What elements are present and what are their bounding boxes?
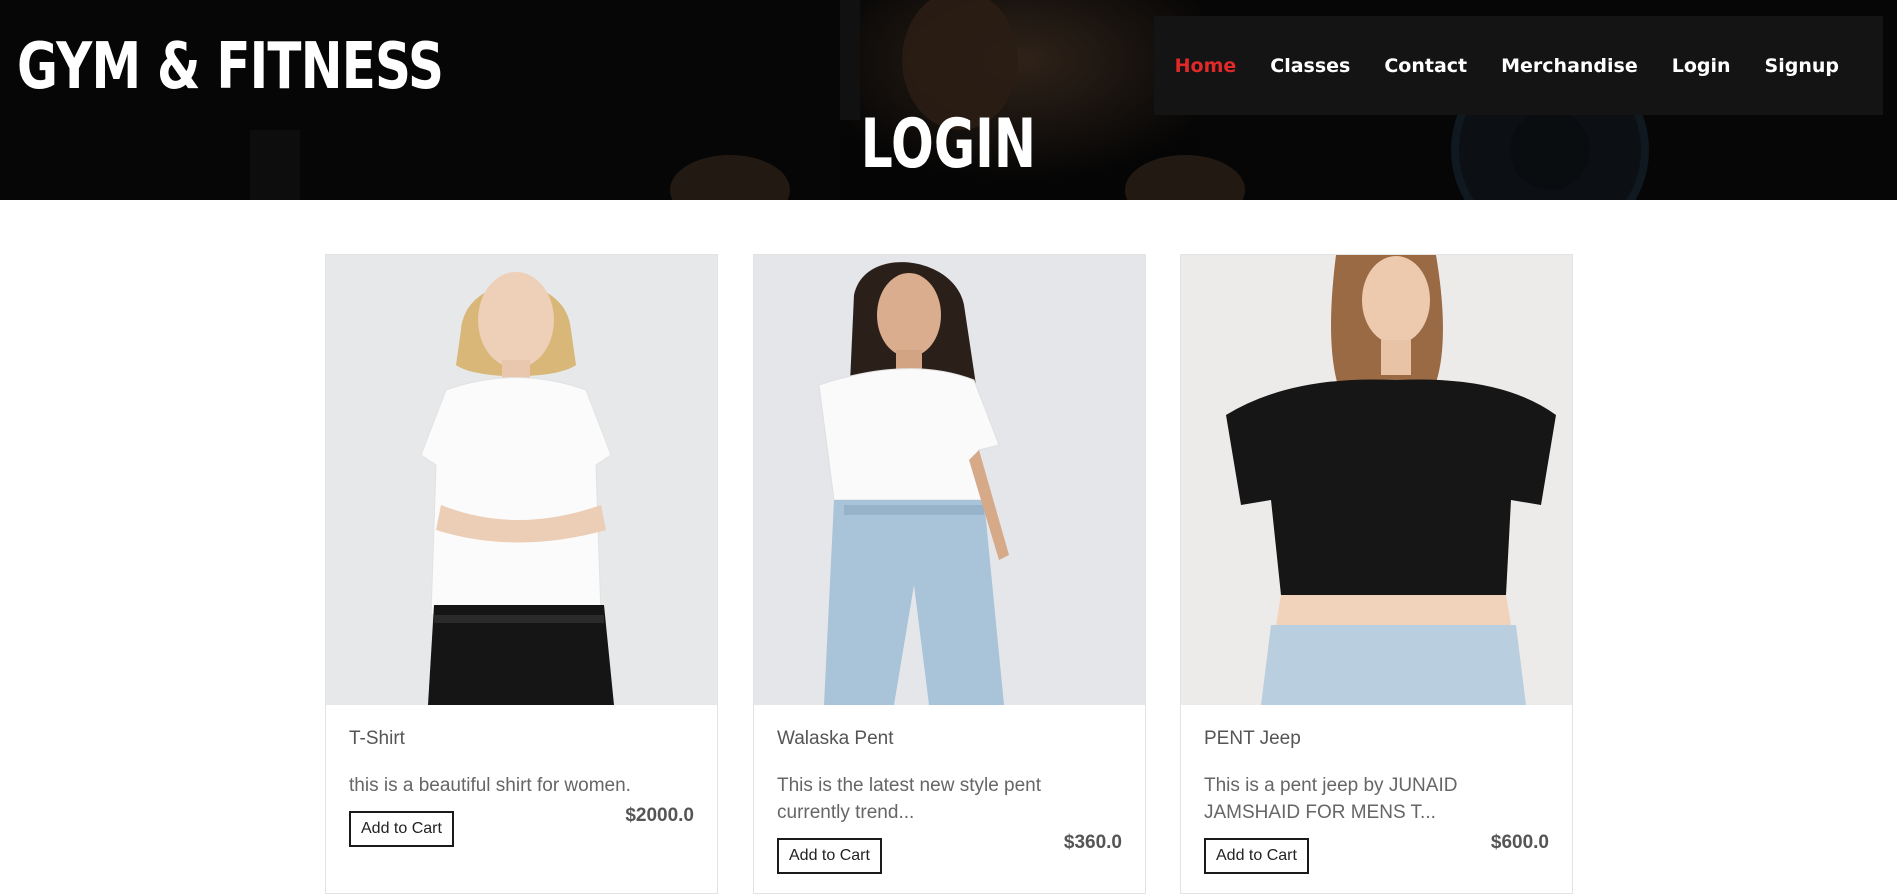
product-name[interactable]: PENT Jeep <box>1204 728 1549 750</box>
nav-link-merchandise[interactable]: Merchandise <box>1501 55 1638 77</box>
woman-white-tshirt-blue-jeans-photo <box>754 255 1145 705</box>
add-to-cart-button[interactable]: Add to Cart <box>1204 838 1309 874</box>
product-description: This is the latest new style pent curren… <box>777 775 1042 823</box>
product-name[interactable]: Walaska Pent <box>777 728 1122 750</box>
product-card-body: T-Shirt this is a beautiful shirt for wo… <box>326 728 717 851</box>
hero-banner: GYM & FITNESS Home Classes Contact Merch… <box>0 0 1897 200</box>
add-to-cart-button[interactable]: Add to Cart <box>349 811 454 847</box>
main-navigation: Home Classes Contact Merchandise Login S… <box>1154 16 1883 115</box>
product-price: $600.0 <box>1490 832 1549 853</box>
nav-link-home[interactable]: Home <box>1175 55 1237 77</box>
nav-link-signup[interactable]: Signup <box>1765 55 1839 77</box>
nav-link-contact[interactable]: Contact <box>1384 55 1467 77</box>
page-title: LOGIN <box>0 102 1897 188</box>
product-card: Walaska Pent This is the latest new styl… <box>753 254 1146 894</box>
product-image[interactable] <box>754 255 1145 705</box>
product-price: $360.0 <box>1063 832 1122 853</box>
product-description: This is a pent jeep by JUNAID JAMSHAID F… <box>1204 775 1458 823</box>
product-card-footer: Add to Cart $360.0 <box>777 832 1122 878</box>
product-image[interactable] <box>1181 255 1572 705</box>
product-card-footer: Add to Cart $2000.0 <box>349 805 694 851</box>
product-card-body: Walaska Pent This is the latest new styl… <box>754 728 1145 878</box>
product-card-footer: Add to Cart $600.0 <box>1204 832 1549 878</box>
page-title-text: LOGIN <box>860 105 1037 184</box>
product-card: T-Shirt this is a beautiful shirt for wo… <box>325 254 718 894</box>
product-card-body: PENT Jeep This is a pent jeep by JUNAID … <box>1181 728 1572 878</box>
product-card: PENT Jeep This is a pent jeep by JUNAID … <box>1180 254 1573 894</box>
site-logo[interactable]: GYM & FITNESS <box>17 28 444 106</box>
woman-white-tshirt-black-jeans-photo <box>326 255 717 705</box>
nav-link-login[interactable]: Login <box>1672 55 1731 77</box>
woman-black-crop-top-denim-shorts-photo <box>1181 255 1572 705</box>
product-image[interactable] <box>326 255 717 705</box>
product-price: $2000.0 <box>625 805 694 826</box>
add-to-cart-button[interactable]: Add to Cart <box>777 838 882 874</box>
product-name[interactable]: T-Shirt <box>349 728 694 750</box>
product-description: this is a beautiful shirt for women. <box>349 775 631 796</box>
nav-link-classes[interactable]: Classes <box>1270 55 1350 77</box>
